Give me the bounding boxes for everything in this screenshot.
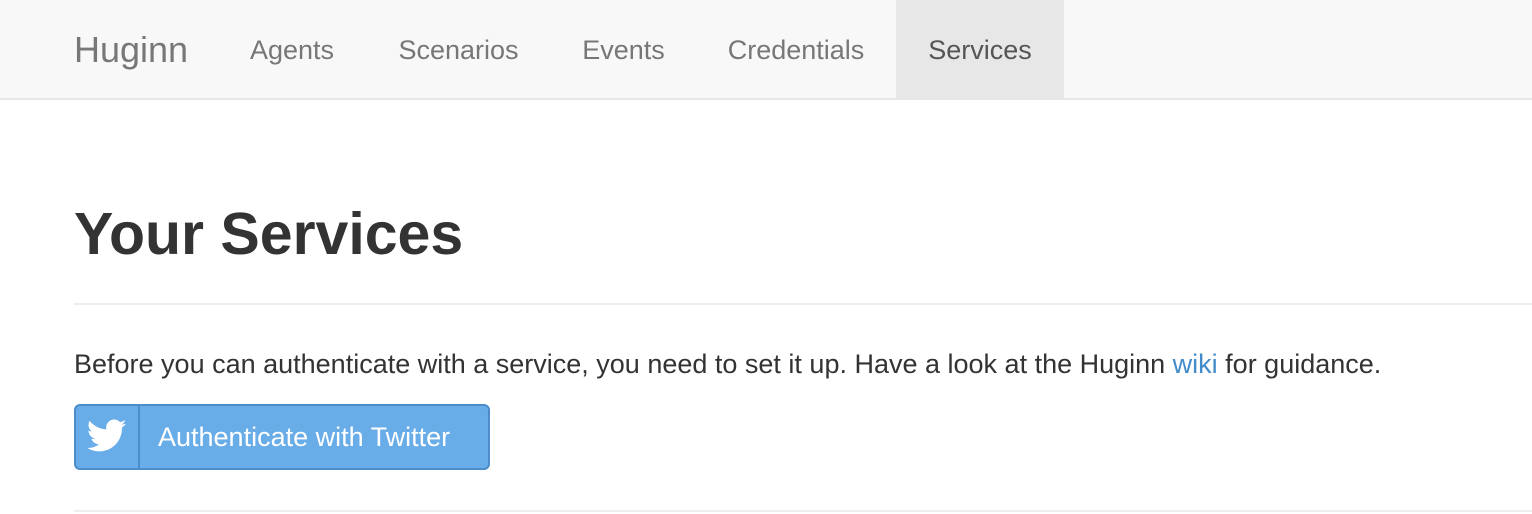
intro-text-before: Before you can authenticate with a servi… xyxy=(74,349,1173,379)
nav-item-events[interactable]: Events xyxy=(551,0,696,100)
nav-item-scenarios[interactable]: Scenarios xyxy=(366,0,551,100)
wiki-link[interactable]: wiki xyxy=(1173,349,1218,379)
top-navbar: Huginn Agents Scenarios Events Credentia… xyxy=(0,0,1532,100)
brand-link[interactable]: Huginn xyxy=(74,0,188,100)
intro-text: Before you can authenticate with a servi… xyxy=(74,344,1381,384)
title-divider xyxy=(74,303,1532,305)
page-title: Your Services xyxy=(74,201,464,267)
authenticate-twitter-label: Authenticate with Twitter xyxy=(158,422,451,452)
nav-item-agents[interactable]: Agents xyxy=(218,0,366,100)
bottom-divider xyxy=(74,510,1532,512)
twitter-icon-box xyxy=(76,406,140,468)
authenticate-twitter-button[interactable]: Authenticate with Twitter xyxy=(74,404,490,470)
nav-item-services[interactable]: Services xyxy=(896,0,1064,100)
intro-text-after: for guidance. xyxy=(1217,349,1382,379)
twitter-icon xyxy=(87,419,127,452)
nav-item-credentials[interactable]: Credentials xyxy=(696,0,896,100)
